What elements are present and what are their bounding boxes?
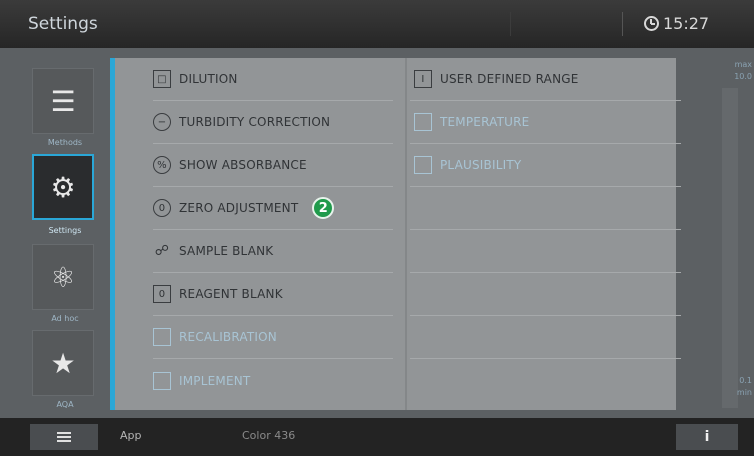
hamburger-icon	[57, 436, 71, 438]
gear-icon: ⚙	[50, 170, 76, 204]
scale-min-value: 0.1	[739, 376, 752, 385]
sidebar-item-label: Settings	[48, 226, 82, 235]
methods-icon: ☰	[50, 84, 76, 118]
menu-item-zero-adjustment[interactable]: 0 ZERO ADJUSTMENT 2	[153, 187, 393, 230]
bottom-bar: App Color 436 i	[0, 418, 754, 456]
page-title: Settings	[28, 14, 98, 34]
menu-item-turbidity-correction[interactable]: − TURBIDITY CORRECTION	[153, 101, 393, 144]
absorbance-icon: %	[153, 156, 171, 174]
clock: 15:27	[644, 14, 709, 33]
scale-bar	[722, 88, 738, 408]
menu-item-plausibility: PLAUSIBILITY	[410, 144, 681, 187]
scale-max-value: 10.0	[734, 72, 752, 81]
menu-item-show-absorbance[interactable]: % SHOW ABSORBANCE	[153, 144, 393, 187]
menu-item-label: TURBIDITY CORRECTION	[179, 115, 331, 129]
settings-panel: □ DILUTION − TURBIDITY CORRECTION % SHOW…	[110, 58, 681, 410]
menu-item-implement: IMPLEMENT	[153, 359, 393, 402]
recalibration-icon	[153, 328, 171, 346]
menu-item-label: PLAUSIBILITY	[440, 158, 522, 172]
zero-adjustment-icon: 0	[153, 199, 171, 217]
sample-blank-icon: ☍	[154, 243, 170, 259]
clock-icon	[644, 16, 659, 31]
menu-item-user-defined-range[interactable]: I USER DEFINED RANGE	[410, 58, 681, 101]
empty-row	[410, 187, 681, 230]
menu-button[interactable]	[30, 424, 98, 450]
menu-item-temperature: TEMPERATURE	[410, 101, 681, 144]
menu-item-label: USER DEFINED RANGE	[440, 72, 579, 86]
implement-icon	[153, 371, 171, 390]
turbidity-icon: −	[153, 113, 171, 131]
temperature-icon	[414, 113, 432, 131]
top-bar: Settings 15:27	[0, 0, 754, 48]
scale-min-label: min	[736, 388, 752, 397]
menu-item-label: ZERO ADJUSTMENT	[179, 201, 299, 215]
scale-max-label: max	[734, 60, 752, 69]
clock-time: 15:27	[663, 14, 710, 33]
range-scale: max 10.0 0.1 min	[692, 58, 754, 410]
menu-item-recalibration: RECALIBRATION	[153, 316, 393, 359]
aqa-icon: ★	[50, 346, 76, 380]
sidebar: ☰ Methods ⚙ Settings ⚛ Ad hoc ★ AQA	[22, 54, 108, 412]
range-icon: I	[414, 70, 432, 88]
menu-item-label: SHOW ABSORBANCE	[179, 158, 307, 172]
sidebar-item-label: Methods	[47, 138, 83, 147]
sidebar-item-aqa[interactable]: ★	[32, 330, 94, 396]
info-button[interactable]: i	[676, 424, 738, 450]
sidebar-item-adhoc[interactable]: ⚛	[32, 244, 94, 310]
menu-item-label: RECALIBRATION	[179, 330, 277, 344]
adhoc-icon: ⚛	[50, 260, 76, 294]
column-divider	[405, 58, 407, 410]
menu-item-reagent-blank[interactable]: 0 REAGENT BLANK	[153, 273, 393, 316]
reagent-blank-icon: 0	[153, 285, 171, 303]
sidebar-item-methods[interactable]: ☰	[32, 68, 94, 134]
empty-row	[410, 230, 681, 273]
app-label: App	[120, 429, 142, 442]
header-divider	[622, 12, 623, 36]
menu-item-label: SAMPLE BLANK	[179, 244, 274, 258]
sidebar-item-label: AQA	[56, 400, 74, 409]
empty-row	[410, 359, 681, 402]
step-badge: 2	[312, 197, 335, 219]
empty-row	[410, 273, 681, 316]
color-label: Color 436	[242, 429, 296, 442]
plausibility-icon	[414, 156, 432, 174]
empty-row	[410, 316, 681, 359]
menu-item-label: TEMPERATURE	[440, 115, 530, 129]
sidebar-item-label: Ad hoc	[51, 314, 79, 323]
menu-item-label: REAGENT BLANK	[179, 287, 283, 301]
settings-list-right: I USER DEFINED RANGE TEMPERATURE PLAUSIB…	[410, 58, 681, 402]
menu-item-label: DILUTION	[179, 72, 238, 86]
dilution-icon: □	[153, 70, 171, 88]
header-divider-left	[510, 12, 511, 36]
menu-item-sample-blank[interactable]: ☍ SAMPLE BLANK	[153, 230, 393, 273]
menu-item-label: IMPLEMENT	[179, 373, 251, 388]
sidebar-item-settings[interactable]: ⚙	[32, 154, 94, 220]
menu-item-dilution[interactable]: □ DILUTION	[153, 58, 393, 101]
settings-list-left: □ DILUTION − TURBIDITY CORRECTION % SHOW…	[153, 58, 393, 402]
